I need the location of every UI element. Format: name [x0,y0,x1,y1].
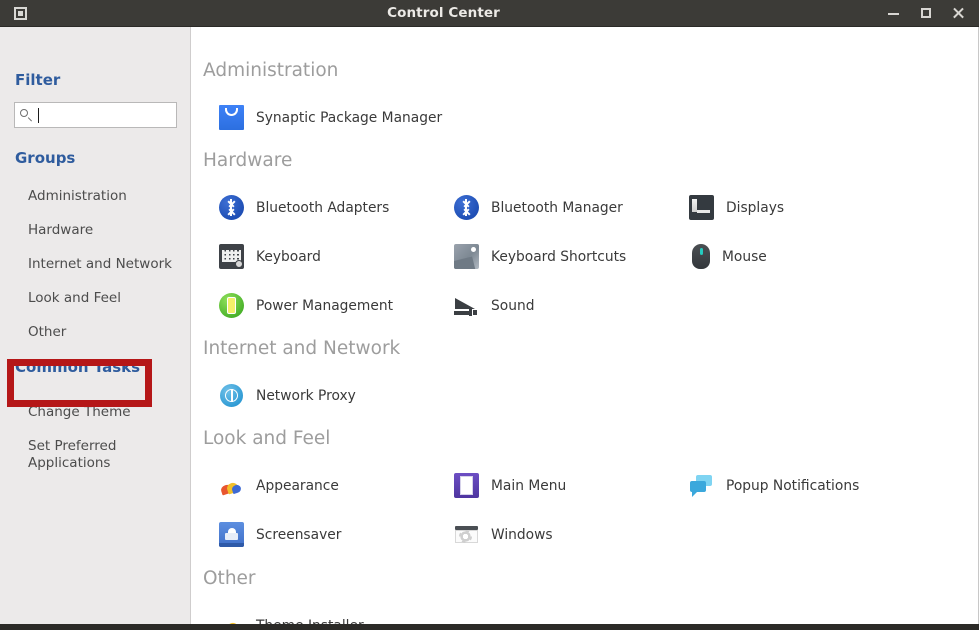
sidebar-item-other[interactable]: Other [28,324,66,340]
setting-appearance[interactable]: Appearance [219,473,339,498]
setting-main-menu[interactable]: Main Menu [454,473,566,498]
battery-icon [219,293,244,318]
appearance-icon [219,473,244,498]
section-title-administration: Administration [203,60,339,81]
setting-mouse[interactable]: Mouse [689,244,767,269]
setting-label: Power Management [256,297,393,314]
display-icon [689,195,714,220]
app-window-icon [13,6,27,20]
setting-power-management[interactable]: Power Management [219,293,393,318]
mouse-icon [692,244,710,269]
screensaver-lock-icon [219,522,244,547]
main-menu-icon [454,473,479,498]
window-bottom-edge [0,624,979,630]
setting-label: Bluetooth Manager [491,199,623,216]
sidebar-item-hardware[interactable]: Hardware [28,222,93,238]
setting-network-proxy[interactable]: Network Proxy [219,383,356,408]
section-title-other: Other [203,568,256,589]
window-title: Control Center [387,5,500,21]
window-titlebar: Control Center [0,0,979,27]
setting-synaptic-package-manager[interactable]: Synaptic Package Manager [219,105,442,130]
setting-theme-installer[interactable]: Theme Installer [219,613,364,624]
sidebar: Filter Groups Administration Hardware In… [0,27,191,624]
speaker-icon [454,293,479,318]
setting-label: Mouse [722,248,767,265]
setting-label: Synaptic Package Manager [256,109,443,126]
search-input-field[interactable] [39,107,159,123]
setting-label: Popup Notifications [726,477,860,494]
section-title-hardware: Hardware [203,150,293,171]
appearance-icon [219,613,244,624]
keyboard-icon [219,244,244,269]
bluetooth-icon [219,195,244,220]
sidebar-item-internet-and-network[interactable]: Internet and Network [28,256,172,272]
setting-label: Main Menu [491,477,567,494]
search-icon [20,108,33,122]
setting-label: Displays [726,199,785,216]
window-body: Filter Groups Administration Hardware In… [0,27,979,624]
setting-keyboard-shortcuts[interactable]: Keyboard Shortcuts [454,244,626,269]
setting-label: Network Proxy [256,387,356,404]
setting-label: Screensaver [256,526,342,543]
globe-icon [219,383,244,408]
sidebar-task-set-preferred-applications[interactable]: Set Preferred Applications [28,438,148,472]
notification-bubbles-icon [689,473,714,498]
setting-screensaver[interactable]: Screensaver [219,522,341,547]
setting-label: Sound [491,297,535,314]
setting-keyboard[interactable]: Keyboard [219,244,321,269]
setting-label: Keyboard Shortcuts [491,248,627,265]
window-controls [887,6,979,20]
setting-popup-notifications[interactable]: Popup Notifications [689,473,859,498]
sidebar-task-change-theme[interactable]: Change Theme [28,404,131,420]
setting-bluetooth-adapters[interactable]: Bluetooth Adapters [219,195,389,220]
section-title-look-and-feel: Look and Feel [203,428,331,449]
bluetooth-icon [454,195,479,220]
window-gear-icon [454,522,479,547]
setting-label: Bluetooth Adapters [256,199,390,216]
setting-label: Appearance [256,477,339,494]
groups-heading: Groups [15,149,76,167]
common-tasks-heading: Common Tasks [15,358,141,376]
close-icon[interactable] [951,6,965,20]
maximize-icon[interactable] [919,6,933,20]
search-input[interactable] [14,102,177,128]
section-title-internet-and-network: Internet and Network [203,338,401,359]
keyboard-shortcuts-icon [454,244,479,269]
setting-windows[interactable]: Windows [454,522,553,547]
minimize-icon[interactable] [887,6,901,20]
setting-sound[interactable]: Sound [454,293,534,318]
sidebar-item-look-and-feel[interactable]: Look and Feel [28,290,121,306]
setting-displays[interactable]: Displays [689,195,784,220]
sidebar-item-administration[interactable]: Administration [28,188,127,204]
setting-bluetooth-manager[interactable]: Bluetooth Manager [454,195,623,220]
setting-label: Windows [491,526,553,543]
synaptic-package-manager-icon [219,105,244,130]
control-center-window: Control Center Filter Groups Administrat… [0,0,979,630]
settings-panel: Administration Synaptic Package Manager … [191,27,979,624]
filter-heading: Filter [15,71,61,89]
setting-label: Keyboard [256,248,321,265]
